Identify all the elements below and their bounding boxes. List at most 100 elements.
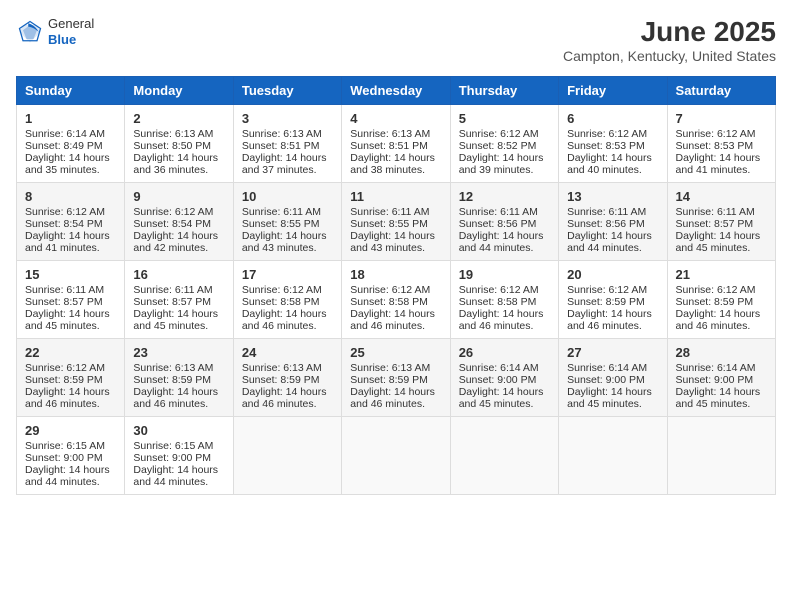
sunrise-label: Sunrise: 6:12 AM (567, 284, 647, 296)
calendar-cell: 24 Sunrise: 6:13 AM Sunset: 8:59 PM Dayl… (233, 339, 341, 417)
logo-blue: Blue (48, 32, 94, 48)
day-header-friday: Friday (559, 77, 667, 105)
daylight-label: Daylight: 14 hours and 45 minutes. (459, 386, 544, 410)
sunrise-label: Sunrise: 6:13 AM (350, 362, 430, 374)
calendar-cell (233, 417, 341, 495)
day-number: 20 (567, 267, 658, 282)
sunset-label: Sunset: 8:52 PM (459, 140, 537, 152)
calendar-week-1: 1 Sunrise: 6:14 AM Sunset: 8:49 PM Dayli… (17, 105, 776, 183)
day-number: 10 (242, 189, 333, 204)
sunset-label: Sunset: 8:56 PM (567, 218, 645, 230)
sunset-label: Sunset: 8:55 PM (242, 218, 320, 230)
daylight-label: Daylight: 14 hours and 46 minutes. (25, 386, 110, 410)
daylight-label: Daylight: 14 hours and 45 minutes. (567, 386, 652, 410)
sunset-label: Sunset: 8:51 PM (350, 140, 428, 152)
sunrise-label: Sunrise: 6:12 AM (350, 284, 430, 296)
sunset-label: Sunset: 8:56 PM (459, 218, 537, 230)
daylight-label: Daylight: 14 hours and 46 minutes. (242, 308, 327, 332)
day-number: 29 (25, 423, 116, 438)
sunset-label: Sunset: 9:00 PM (25, 452, 103, 464)
daylight-label: Daylight: 14 hours and 44 minutes. (133, 464, 218, 488)
daylight-label: Daylight: 14 hours and 36 minutes. (133, 152, 218, 176)
day-number: 28 (676, 345, 767, 360)
sunset-label: Sunset: 8:57 PM (133, 296, 211, 308)
calendar-cell: 25 Sunrise: 6:13 AM Sunset: 8:59 PM Dayl… (342, 339, 450, 417)
day-number: 24 (242, 345, 333, 360)
sunrise-label: Sunrise: 6:11 AM (459, 206, 538, 218)
day-number: 17 (242, 267, 333, 282)
daylight-label: Daylight: 14 hours and 44 minutes. (25, 464, 110, 488)
sunset-label: Sunset: 9:00 PM (133, 452, 211, 464)
calendar-cell: 5 Sunrise: 6:12 AM Sunset: 8:52 PM Dayli… (450, 105, 558, 183)
daylight-label: Daylight: 14 hours and 45 minutes. (676, 230, 761, 254)
sunset-label: Sunset: 9:00 PM (459, 374, 537, 386)
day-number: 14 (676, 189, 767, 204)
sunset-label: Sunset: 8:53 PM (567, 140, 645, 152)
logo-icon (16, 18, 44, 46)
page-subtitle: Campton, Kentucky, United States (563, 48, 776, 64)
calendar-cell: 26 Sunrise: 6:14 AM Sunset: 9:00 PM Dayl… (450, 339, 558, 417)
calendar-cell: 6 Sunrise: 6:12 AM Sunset: 8:53 PM Dayli… (559, 105, 667, 183)
daylight-label: Daylight: 14 hours and 37 minutes. (242, 152, 327, 176)
day-number: 15 (25, 267, 116, 282)
daylight-label: Daylight: 14 hours and 43 minutes. (350, 230, 435, 254)
sunrise-label: Sunrise: 6:12 AM (459, 128, 539, 140)
calendar-week-2: 8 Sunrise: 6:12 AM Sunset: 8:54 PM Dayli… (17, 183, 776, 261)
calendar-header-row: SundayMondayTuesdayWednesdayThursdayFrid… (17, 77, 776, 105)
calendar-cell (450, 417, 558, 495)
daylight-label: Daylight: 14 hours and 44 minutes. (459, 230, 544, 254)
calendar-cell: 22 Sunrise: 6:12 AM Sunset: 8:59 PM Dayl… (17, 339, 125, 417)
sunrise-label: Sunrise: 6:11 AM (676, 206, 755, 218)
day-number: 13 (567, 189, 658, 204)
sunrise-label: Sunrise: 6:12 AM (25, 206, 105, 218)
calendar-cell: 15 Sunrise: 6:11 AM Sunset: 8:57 PM Dayl… (17, 261, 125, 339)
sunrise-label: Sunrise: 6:12 AM (676, 284, 756, 296)
calendar-cell: 21 Sunrise: 6:12 AM Sunset: 8:59 PM Dayl… (667, 261, 775, 339)
calendar-cell: 29 Sunrise: 6:15 AM Sunset: 9:00 PM Dayl… (17, 417, 125, 495)
day-number: 18 (350, 267, 441, 282)
sunrise-label: Sunrise: 6:12 AM (242, 284, 322, 296)
day-number: 1 (25, 111, 116, 126)
daylight-label: Daylight: 14 hours and 41 minutes. (676, 152, 761, 176)
calendar-cell: 11 Sunrise: 6:11 AM Sunset: 8:55 PM Dayl… (342, 183, 450, 261)
sunset-label: Sunset: 8:58 PM (350, 296, 428, 308)
calendar-cell: 14 Sunrise: 6:11 AM Sunset: 8:57 PM Dayl… (667, 183, 775, 261)
daylight-label: Daylight: 14 hours and 46 minutes. (459, 308, 544, 332)
day-header-monday: Monday (125, 77, 233, 105)
calendar-cell: 7 Sunrise: 6:12 AM Sunset: 8:53 PM Dayli… (667, 105, 775, 183)
sunrise-label: Sunrise: 6:12 AM (25, 362, 105, 374)
calendar-table: SundayMondayTuesdayWednesdayThursdayFrid… (16, 76, 776, 495)
sunrise-label: Sunrise: 6:11 AM (133, 284, 212, 296)
sunset-label: Sunset: 8:55 PM (350, 218, 428, 230)
day-number: 27 (567, 345, 658, 360)
day-number: 11 (350, 189, 441, 204)
daylight-label: Daylight: 14 hours and 35 minutes. (25, 152, 110, 176)
day-number: 23 (133, 345, 224, 360)
sunrise-label: Sunrise: 6:12 AM (676, 128, 756, 140)
daylight-label: Daylight: 14 hours and 46 minutes. (350, 308, 435, 332)
day-number: 21 (676, 267, 767, 282)
calendar-week-4: 22 Sunrise: 6:12 AM Sunset: 8:59 PM Dayl… (17, 339, 776, 417)
daylight-label: Daylight: 14 hours and 46 minutes. (350, 386, 435, 410)
calendar-cell (559, 417, 667, 495)
sunset-label: Sunset: 8:57 PM (676, 218, 754, 230)
daylight-label: Daylight: 14 hours and 45 minutes. (676, 386, 761, 410)
calendar-cell: 3 Sunrise: 6:13 AM Sunset: 8:51 PM Dayli… (233, 105, 341, 183)
sunset-label: Sunset: 8:59 PM (350, 374, 428, 386)
page-header: General Blue June 2025 Campton, Kentucky… (16, 16, 776, 64)
calendar-cell (667, 417, 775, 495)
calendar-cell: 18 Sunrise: 6:12 AM Sunset: 8:58 PM Dayl… (342, 261, 450, 339)
sunrise-label: Sunrise: 6:13 AM (133, 128, 213, 140)
calendar-cell: 17 Sunrise: 6:12 AM Sunset: 8:58 PM Dayl… (233, 261, 341, 339)
day-number: 5 (459, 111, 550, 126)
calendar-cell: 12 Sunrise: 6:11 AM Sunset: 8:56 PM Dayl… (450, 183, 558, 261)
calendar-cell: 4 Sunrise: 6:13 AM Sunset: 8:51 PM Dayli… (342, 105, 450, 183)
sunrise-label: Sunrise: 6:14 AM (567, 362, 647, 374)
calendar-cell: 1 Sunrise: 6:14 AM Sunset: 8:49 PM Dayli… (17, 105, 125, 183)
calendar-cell: 16 Sunrise: 6:11 AM Sunset: 8:57 PM Dayl… (125, 261, 233, 339)
day-number: 12 (459, 189, 550, 204)
day-number: 26 (459, 345, 550, 360)
day-header-thursday: Thursday (450, 77, 558, 105)
day-number: 16 (133, 267, 224, 282)
calendar-body: 1 Sunrise: 6:14 AM Sunset: 8:49 PM Dayli… (17, 105, 776, 495)
